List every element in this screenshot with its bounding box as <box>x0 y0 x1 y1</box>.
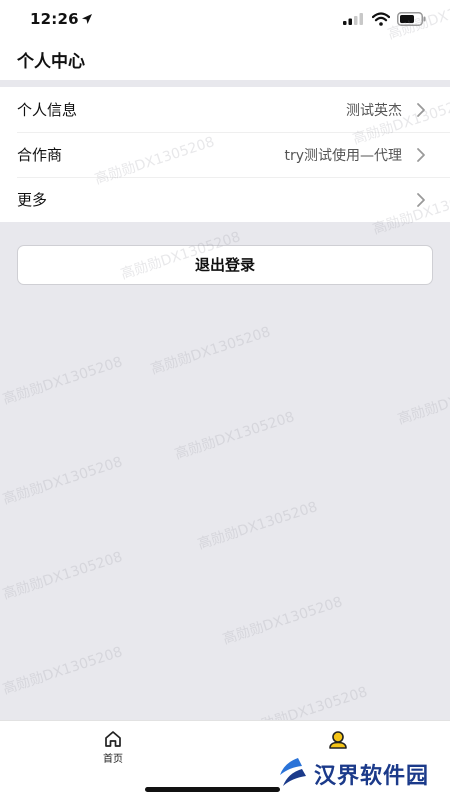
tab-home[interactable]: 首页 <box>88 729 138 769</box>
wifi-icon <box>372 12 390 26</box>
menu-item-value: try测试使用—代理 <box>284 148 402 164</box>
brand-logo-text: 汉界软件园 <box>314 764 430 789</box>
profile-icon <box>329 731 347 749</box>
watermark: 高勋勋DX1305208 <box>172 409 297 463</box>
page-title: 个人中心 <box>17 52 85 72</box>
watermark: 高勋勋DX1305208 <box>0 549 125 603</box>
page-header: 个人中心 <box>0 40 450 80</box>
menu-item-label: 个人信息 <box>17 101 78 119</box>
menu-item-more[interactable]: 更多 <box>0 177 450 222</box>
tab-label: 首页 <box>103 754 123 765</box>
watermark: 高勋勋DX1305208 <box>220 594 345 648</box>
chevron-right-icon <box>417 193 425 207</box>
logout-button[interactable]: 退出登录 <box>17 245 433 285</box>
location-arrow-icon <box>82 14 92 24</box>
menu-item-value: 测试英杰 <box>346 103 402 119</box>
chevron-right-icon <box>417 103 425 117</box>
status-time: 12:26 <box>30 10 79 28</box>
chevron-right-icon <box>417 148 425 162</box>
menu-item-label: 合作商 <box>17 146 63 164</box>
watermark: 高勋勋DX1305208 <box>395 374 450 428</box>
status-bar: 12:26 <box>0 0 450 40</box>
home-indicator[interactable] <box>145 787 280 792</box>
menu-item-partner[interactable]: 合作商 try测试使用—代理 <box>0 132 450 177</box>
home-icon <box>105 731 121 747</box>
menu-group: 个人信息 测试英杰 合作商 try测试使用—代理 更多 <box>0 87 450 222</box>
watermark: 高勋勋DX1305208 <box>0 354 125 408</box>
watermark: 高勋勋DX1305208 <box>195 499 320 553</box>
watermark: 高勋勋DX1305208 <box>148 324 273 378</box>
brand-logo-icon <box>280 758 306 786</box>
battery-icon <box>397 12 426 26</box>
watermark: 高勋勋DX1305208 <box>0 454 125 508</box>
watermark: 高勋勋DX1305208 <box>0 644 125 698</box>
cellular-signal-icon <box>343 13 363 25</box>
menu-item-personal-info[interactable]: 个人信息 测试英杰 <box>0 87 450 132</box>
menu-item-label: 更多 <box>17 191 48 209</box>
